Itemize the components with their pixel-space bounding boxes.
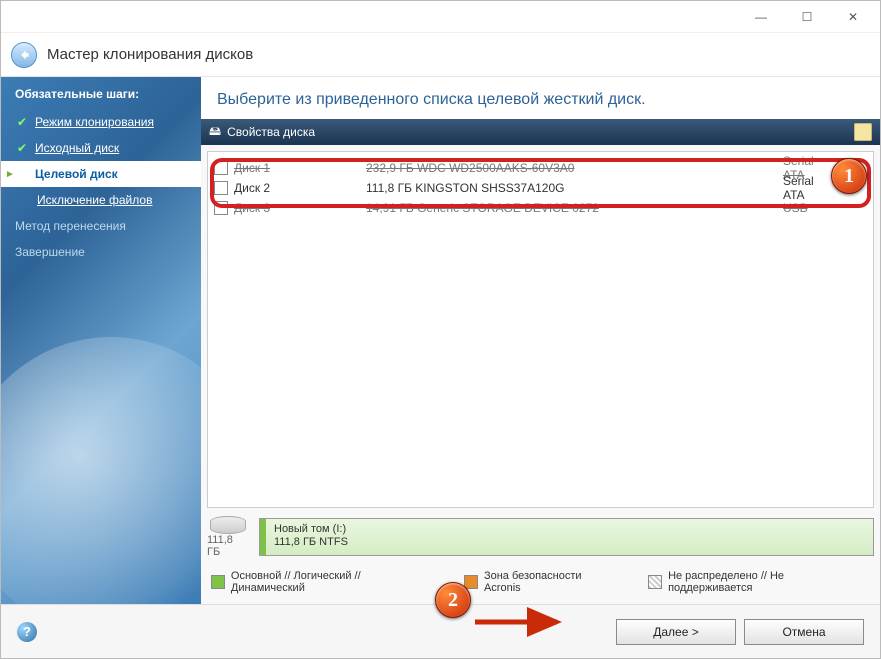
disk-name: Диск 3 (234, 201, 366, 215)
disk-total-size: 111,8 ГБ (207, 534, 249, 558)
disk-properties-bar[interactable]: 🖴 Свойства диска (201, 119, 880, 145)
main-panel: Выберите из приведенного списка целевой … (201, 77, 880, 604)
maximize-button[interactable]: ☐ (784, 2, 830, 32)
legend-swatch-primary (211, 575, 225, 589)
callout-1: 1 (831, 158, 867, 194)
columns-icon[interactable] (854, 123, 872, 141)
step-clone-mode[interactable]: ✔Режим клонирования (1, 109, 201, 135)
titlebar: — ☐ ✕ (1, 1, 880, 33)
body: Обязательные шаги: ✔Режим клонирования ✔… (1, 77, 880, 604)
header: Мастер клонирования дисков (1, 33, 880, 77)
disk-name: Диск 2 (234, 181, 366, 195)
cancel-button[interactable]: Отмена (744, 619, 864, 645)
wizard-window: — ☐ ✕ Мастер клонирования дисков Обязате… (0, 0, 881, 659)
volume-label: Новый том (I:) (274, 523, 865, 536)
legend-acronis: Зона безопасности Acronis (484, 570, 620, 594)
back-arrow-icon (17, 48, 31, 62)
step-source-disk[interactable]: ✔Исходный диск (1, 135, 201, 161)
legend-unalloc: Не распределено // Не поддерживается (668, 570, 870, 594)
close-button[interactable]: ✕ (830, 2, 876, 32)
next-button[interactable]: Далее > (616, 619, 736, 645)
disk-capacity: 14,91 ГБ Generic STORAGE DEVICE 0272 (366, 201, 783, 215)
step-exclude-files[interactable]: Исключение файлов (1, 187, 201, 213)
checkbox[interactable] (214, 161, 228, 175)
instruction-text: Выберите из приведенного списка целевой … (201, 77, 880, 119)
disk-capacity: 232,9 ГБ WDC WD2500AAKS-60V3A0 (366, 161, 783, 175)
properties-label: Свойства диска (227, 125, 315, 139)
partition-bar[interactable]: Новый том (I:) 111,8 ГБ NTFS (259, 518, 874, 556)
step-finish: Завершение (1, 239, 201, 265)
check-icon: ✔ (15, 141, 29, 155)
partition-segment: Новый том (I:) 111,8 ГБ NTFS (260, 519, 873, 555)
legend-swatch-unalloc (648, 575, 662, 589)
arrow-annotation (471, 602, 571, 642)
checkbox[interactable] (214, 181, 228, 195)
disk-row-1[interactable]: Диск 1 232,9 ГБ WDC WD2500AAKS-60V3A0 Se… (208, 158, 873, 178)
sidebar-heading: Обязательные шаги: (1, 81, 201, 109)
wizard-title: Мастер клонирования дисков (47, 46, 253, 63)
callout-2: 2 (435, 582, 471, 618)
check-icon: ✔ (15, 115, 29, 129)
disk-row-2[interactable]: Диск 2 111,8 ГБ KINGSTON SHSS37A120G Ser… (208, 178, 873, 198)
disk-capacity: 111,8 ГБ KINGSTON SHSS37A120G (366, 181, 783, 195)
disk-icon: 🖴 (209, 122, 221, 143)
disk-row-3[interactable]: Диск 3 14,91 ГБ Generic STORAGE DEVICE 0… (208, 198, 873, 218)
disk-name: Диск 1 (234, 161, 366, 175)
volume-desc: 111,8 ГБ NTFS (274, 536, 865, 549)
disk-list: Диск 1 232,9 ГБ WDC WD2500AAKS-60V3A0 Se… (207, 151, 874, 508)
disk-icon-large: 111,8 ГБ (207, 516, 249, 558)
step-target-disk[interactable]: Целевой диск (1, 161, 201, 187)
legend: Основной // Логический // Динамический З… (201, 564, 880, 604)
back-button[interactable] (11, 42, 37, 68)
checkbox[interactable] (214, 201, 228, 215)
step-transfer-method: Метод перенесения (1, 213, 201, 239)
minimize-button[interactable]: — (738, 2, 784, 32)
legend-primary: Основной // Логический // Динамический (231, 570, 436, 594)
partition-preview: 111,8 ГБ Новый том (I:) 111,8 ГБ NTFS (207, 516, 874, 558)
help-button[interactable]: ? (17, 622, 37, 642)
disk-interface: USB (783, 201, 873, 215)
sidebar: Обязательные шаги: ✔Режим клонирования ✔… (1, 77, 201, 604)
